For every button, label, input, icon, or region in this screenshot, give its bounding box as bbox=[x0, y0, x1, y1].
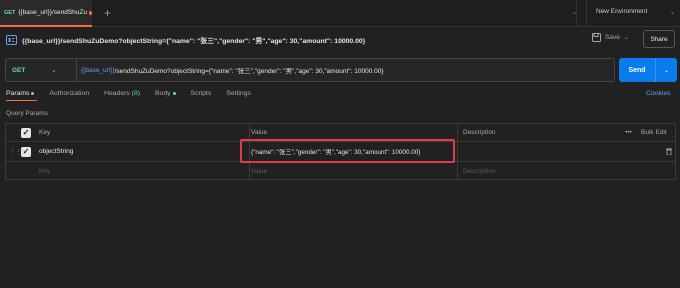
unsaved-dot-icon bbox=[88, 10, 92, 15]
params-active-dot-icon bbox=[31, 91, 35, 95]
request-tab[interactable]: GET {{base_url}}/sendShuZu bbox=[0, 0, 92, 27]
new-key-input[interactable]: Key bbox=[39, 162, 50, 180]
empty-row: Key Value Description bbox=[6, 162, 675, 180]
tab-params[interactable]: Params bbox=[6, 90, 35, 97]
request-header: {{base_url}}/sendShuZuDemo?objectString=… bbox=[6, 33, 365, 47]
row-enabled-checkbox[interactable]: ✓ bbox=[21, 146, 31, 157]
save-chevron-icon[interactable]: ⌄ bbox=[624, 34, 629, 41]
tab-headers-label: Headers bbox=[104, 90, 130, 97]
tab-headers[interactable]: Headers (8) bbox=[104, 90, 140, 97]
new-description-input[interactable]: Description bbox=[463, 162, 496, 180]
cookies-link[interactable]: Cookies bbox=[646, 90, 671, 97]
tab-scripts[interactable]: Scripts bbox=[191, 90, 212, 97]
drag-handle-icon[interactable]: ⋮⋮ bbox=[9, 142, 22, 161]
active-tab-indicator bbox=[6, 100, 37, 101]
bulk-edit-button[interactable]: Bulk Edit bbox=[641, 124, 667, 141]
url-variable: {{base_url}} bbox=[81, 66, 115, 74]
more-options-icon[interactable]: ••• bbox=[625, 124, 632, 141]
url-bar: GET ⌄ {{base_url}} /sendShuZuDemo?object… bbox=[5, 58, 615, 82]
page-title[interactable]: {{base_url}}/sendShuZuDemo?objectString=… bbox=[22, 35, 365, 45]
query-params-label: Query Params bbox=[6, 110, 48, 117]
http-request-icon bbox=[6, 35, 17, 45]
request-tabs: Params Authorization Headers (8) Body Sc… bbox=[6, 90, 251, 97]
environment-label: New Environment bbox=[596, 8, 648, 15]
divider bbox=[76, 59, 77, 81]
tab-authorization[interactable]: Authorization bbox=[49, 90, 89, 97]
tab-params-label: Params bbox=[6, 90, 30, 97]
column-key: Key bbox=[39, 129, 51, 136]
save-label: Save bbox=[605, 34, 620, 41]
method-chevron-icon: ⌄ bbox=[51, 67, 57, 74]
body-active-dot-icon bbox=[172, 91, 176, 95]
new-value-input[interactable]: Value bbox=[251, 162, 267, 180]
method-label: GET bbox=[12, 66, 26, 74]
save-icon bbox=[592, 33, 601, 42]
tab-bar: GET {{base_url}}/sendShuZu + ⌄ New Envir… bbox=[0, 0, 680, 27]
delete-row-icon[interactable] bbox=[666, 142, 672, 161]
url-input[interactable]: {{base_url}} /sendShuZuDemo?objectString… bbox=[81, 59, 384, 81]
tab-title: {{base_url}}/sendShuZu bbox=[18, 9, 87, 16]
tab-settings[interactable]: Settings bbox=[226, 90, 251, 97]
headers-count: (8) bbox=[131, 90, 141, 97]
environment-selector[interactable]: New Environment bbox=[596, 8, 647, 15]
param-key[interactable]: objectString bbox=[39, 142, 73, 161]
column-description: Description bbox=[463, 129, 496, 136]
select-all-checkbox[interactable]: ✓ bbox=[21, 127, 31, 138]
save-button[interactable]: Save ⌄ bbox=[592, 33, 629, 42]
send-options-chevron-icon[interactable]: ⌄ bbox=[656, 67, 677, 74]
send-button[interactable]: Send ⌄ bbox=[619, 58, 677, 82]
method-select[interactable]: GET ⌄ bbox=[12, 59, 56, 81]
environment-chevron-icon[interactable]: ⌄ bbox=[670, 9, 675, 16]
share-button[interactable]: Share bbox=[643, 30, 675, 48]
value-highlight-box bbox=[240, 139, 455, 163]
tab-overflow-chevron-icon[interactable]: ⌄ bbox=[572, 9, 577, 16]
tab-body-label: Body bbox=[155, 90, 171, 97]
tab-method: GET bbox=[4, 9, 16, 16]
tab-body[interactable]: Body bbox=[155, 90, 176, 97]
divider bbox=[586, 0, 587, 27]
send-label: Send bbox=[628, 66, 646, 74]
new-tab-button[interactable]: + bbox=[104, 6, 111, 20]
url-path: /sendShuZuDemo?objectString={"name": "张三… bbox=[114, 68, 384, 75]
